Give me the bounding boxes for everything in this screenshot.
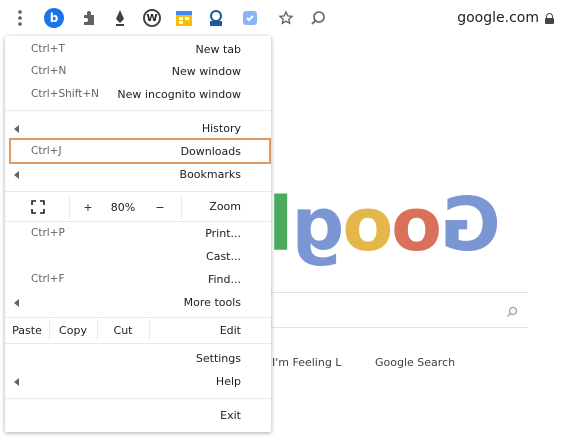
zoom-level-value: 80% [110, 200, 136, 214]
pen-nib-extension-icon[interactable] [108, 6, 132, 30]
menu-separator [5, 191, 271, 192]
edit-divider [149, 319, 150, 341]
lock-icon [545, 12, 554, 24]
menu-history-label: History [201, 122, 241, 135]
menu-new-tab[interactable]: New tab Ctrl+T [5, 39, 271, 61]
address-bar[interactable]: google.com [457, 10, 554, 26]
menu-new-incognito[interactable]: New incognito window Ctrl+Shift+N [5, 84, 271, 106]
logo-letter-o2: o [344, 182, 394, 268]
menu-cast[interactable]: Cast... [5, 246, 271, 268]
search-zoom-icon[interactable] [306, 6, 330, 30]
w-extension-icon[interactable]: W [140, 6, 164, 30]
paste-button[interactable]: Paste [5, 319, 49, 341]
zoom-divider [69, 195, 70, 219]
logo-letter-g2: g [293, 182, 345, 268]
menu-separator [5, 398, 271, 399]
extension-b-letter: b [44, 8, 64, 28]
badge-extension-icon[interactable] [204, 6, 228, 30]
submenu-arrow-icon [14, 125, 19, 133]
menu-separator [5, 317, 271, 318]
menu-help[interactable]: Help [5, 371, 271, 393]
menu-zoom-label: Zoom [209, 200, 241, 213]
logo-letter-l: l [270, 182, 294, 268]
zoom-in-button[interactable]: + [75, 195, 101, 219]
shield-extension-icon[interactable] [238, 6, 262, 30]
puzzle-extensions-icon[interactable] [76, 6, 100, 30]
menu-edit-label: Edit [219, 324, 241, 337]
menu-find-label: Find... [207, 273, 241, 286]
submenu-arrow-icon [14, 299, 19, 307]
menu-settings[interactable]: Settings [5, 348, 271, 370]
menu-find-shortcut: Ctrl+F [31, 273, 65, 285]
google-logo: Googl [270, 182, 501, 268]
menu-bookmarks[interactable]: Bookmarks [5, 164, 271, 186]
menu-print[interactable]: Print... Ctrl+P [5, 223, 271, 245]
menu-separator [5, 221, 271, 222]
logo-letter-g: G [442, 182, 501, 268]
logo-letter-o1: o [393, 182, 443, 268]
browser-toolbar: b W google.com [0, 0, 568, 36]
menu-exit-label: Exit [220, 409, 241, 422]
fullscreen-icon[interactable] [23, 195, 53, 219]
menu-new-window-shortcut: Ctrl+N [31, 65, 67, 77]
w-extension-letter: W [143, 9, 161, 27]
submenu-arrow-icon [14, 378, 19, 386]
zoom-divider [181, 195, 182, 219]
downloads-highlight-box [9, 138, 271, 164]
search-icon [506, 303, 518, 322]
menu-cast-label: Cast... [206, 250, 241, 263]
cut-button[interactable]: Cut [97, 319, 149, 341]
menu-history[interactable]: History [5, 118, 271, 140]
menu-new-window[interactable]: New window Ctrl+N [5, 61, 271, 83]
copy-button[interactable]: Copy [49, 319, 97, 341]
zoom-out-button[interactable]: − [147, 195, 173, 219]
menu-zoom-row: + 80% − Zoom [5, 195, 271, 219]
menu-more-tools-label: More tools [183, 296, 241, 309]
submenu-arrow-icon [14, 171, 19, 179]
extension-b-icon[interactable]: b [42, 6, 66, 30]
menu-new-incognito-shortcut: Ctrl+Shift+N [31, 88, 99, 100]
menu-bookmarks-label: Bookmarks [179, 168, 241, 181]
menu-print-label: Print... [205, 227, 241, 240]
menu-new-tab-label: New tab [195, 43, 241, 56]
menu-new-window-label: New window [171, 65, 241, 78]
bookmark-star-icon[interactable] [274, 6, 298, 30]
menu-print-shortcut: Ctrl+P [31, 227, 65, 239]
menu-exit[interactable]: Exit [5, 405, 271, 427]
search-input[interactable] [270, 292, 528, 328]
calendar-extension-icon[interactable] [172, 6, 196, 30]
menu-more-tools[interactable]: More tools [5, 292, 271, 314]
menu-help-label: Help [215, 375, 241, 388]
menu-edit-row: Paste Copy Cut Edit [5, 319, 271, 341]
menu-settings-label: Settings [195, 352, 241, 365]
google-search-button[interactable]: Google Search [375, 356, 455, 369]
menu-separator [5, 110, 271, 111]
menu-new-incognito-label: New incognito window [117, 88, 241, 101]
menu-new-tab-shortcut: Ctrl+T [31, 43, 65, 55]
url-text: google.com [457, 10, 539, 26]
menu-find[interactable]: Find... Ctrl+F [5, 269, 271, 291]
chrome-main-menu: New tab Ctrl+T New window Ctrl+N New inc… [5, 36, 271, 432]
more-options-icon[interactable] [8, 6, 32, 30]
feeling-lucky-button[interactable]: I'm Feeling L [272, 356, 341, 369]
menu-separator [5, 343, 271, 344]
